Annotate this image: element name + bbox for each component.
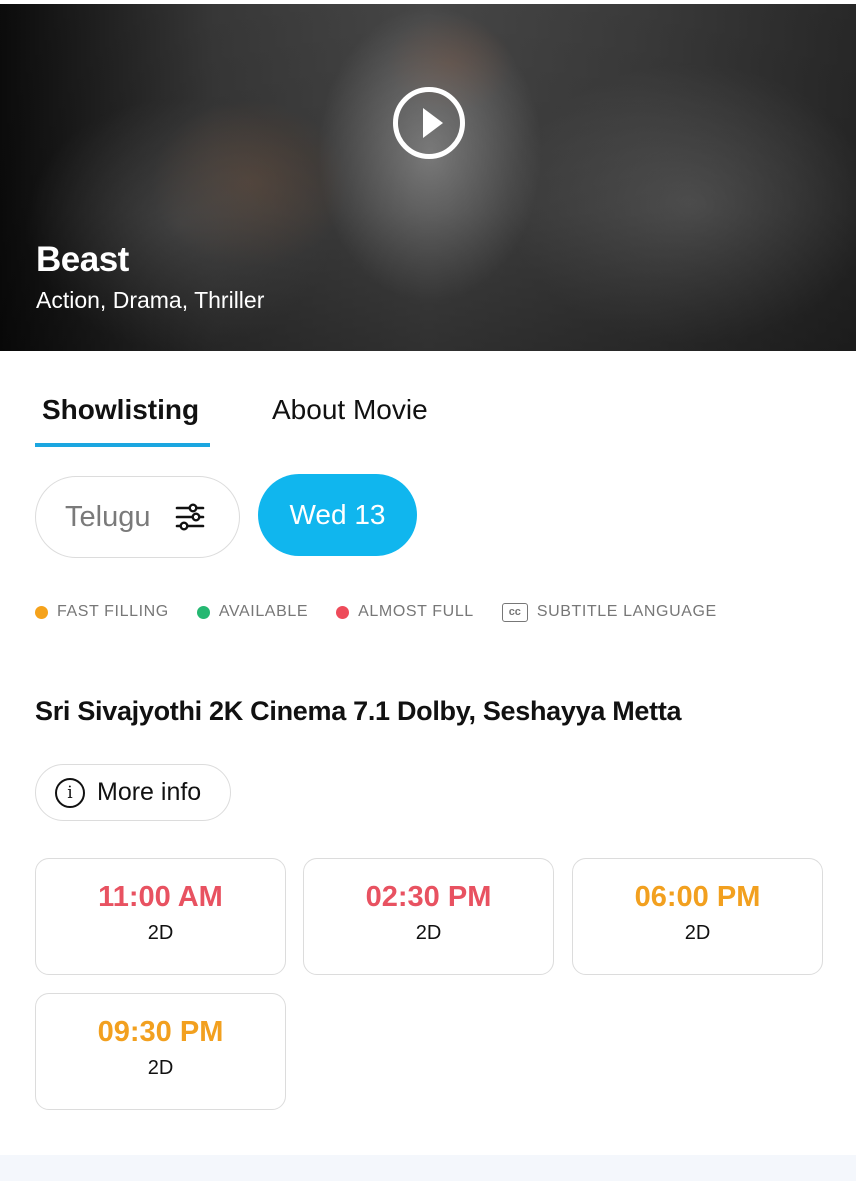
- showtime-time: 02:30 PM: [365, 881, 492, 913]
- cinema-name: Sri Sivajyothi 2K Cinema 7.1 Dolby, Sesh…: [35, 696, 682, 726]
- movie-title: Beast: [36, 240, 129, 279]
- legend-available: AVAILABLE: [196, 603, 309, 621]
- showtime-format: 2D: [684, 922, 711, 944]
- showtime-format: 2D: [147, 922, 174, 944]
- legend-label: AVAILABLE: [218, 603, 309, 620]
- legend-label: SUBTITLE LANGUAGE: [536, 603, 717, 620]
- play-trailer-button[interactable]: [393, 87, 465, 159]
- language-filter-button[interactable]: Telugu: [35, 476, 240, 558]
- sliders-icon: [176, 503, 205, 531]
- active-tab-indicator: [35, 443, 210, 447]
- play-icon: [423, 108, 443, 138]
- section-divider: [0, 1155, 856, 1181]
- tab-bar: Showlisting About Movie: [0, 380, 856, 450]
- info-icon: i: [55, 777, 85, 808]
- showtime-time: 09:30 PM: [97, 1016, 224, 1048]
- showtime-format: 2D: [415, 922, 442, 944]
- showtime-card[interactable]: 02:30 PM 2D: [303, 858, 554, 975]
- movie-hero-banner: Beast Action, Drama, Thriller: [0, 4, 856, 351]
- availability-legend: FAST FILLING AVAILABLE ALMOST FULL cc SU…: [35, 601, 745, 623]
- legend-subtitle-language: cc SUBTITLE LANGUAGE: [501, 602, 717, 622]
- legend-label: ALMOST FULL: [358, 603, 474, 620]
- legend-almost-full: ALMOST FULL: [336, 603, 474, 621]
- tab-about-movie[interactable]: About Movie: [272, 394, 428, 426]
- legend-label: FAST FILLING: [57, 603, 169, 620]
- showtime-card[interactable]: 11:00 AM 2D: [35, 858, 286, 975]
- more-info-label: More info: [97, 778, 202, 806]
- showtime-time: 06:00 PM: [634, 881, 761, 913]
- showtime-card[interactable]: 09:30 PM 2D: [35, 993, 286, 1110]
- red-dot-icon: [336, 605, 350, 619]
- movie-genres: Action, Drama, Thriller: [36, 287, 265, 313]
- closed-caption-icon: cc: [501, 602, 528, 622]
- orange-dot-icon: [35, 605, 48, 619]
- green-dot-icon: [196, 605, 210, 619]
- showtime-format: 2D: [147, 1057, 174, 1079]
- legend-fast-filling: FAST FILLING: [35, 603, 169, 621]
- tab-showlisting[interactable]: Showlisting: [42, 394, 199, 426]
- showtime-card[interactable]: 06:00 PM 2D: [572, 858, 823, 975]
- showtime-time: 11:00 AM: [98, 881, 223, 913]
- date-selector-wed-13[interactable]: Wed 13: [258, 474, 417, 556]
- language-label: Telugu: [65, 500, 151, 533]
- more-info-button[interactable]: i More info: [35, 764, 231, 821]
